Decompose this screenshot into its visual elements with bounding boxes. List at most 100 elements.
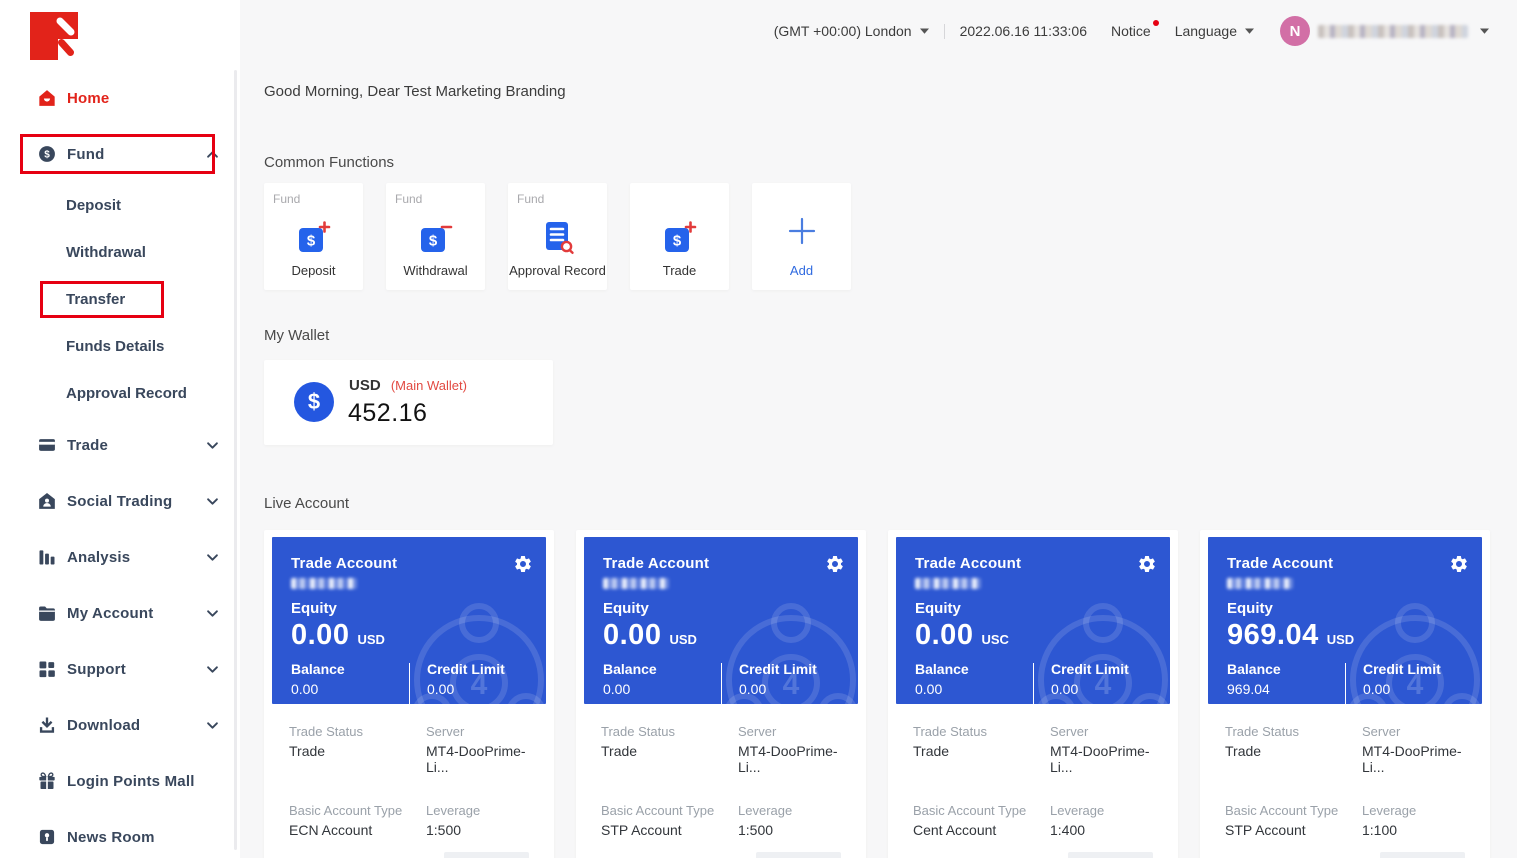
app-window: Home $ Fund Deposit Withdrawal Transfer … [0,0,1517,858]
trade-status-value: Trade [289,743,426,775]
sidebar-subitem-funds-details[interactable]: Funds Details [0,323,240,370]
function-card-trade[interactable]: $ Trade [630,183,729,290]
gear-icon[interactable] [513,554,533,579]
trade-status-label: Trade Status [913,724,1050,739]
sidebar: Home $ Fund Deposit Withdrawal Transfer … [0,0,240,858]
leverage-label: Leverage [426,803,546,818]
social-trading-icon [36,490,58,512]
grid-icon [36,658,58,680]
sidebar-item-support[interactable]: Support [0,641,240,697]
credit-limit-value: 0.00 [1051,681,1129,697]
timezone-dropdown[interactable]: (GMT +00:00) London [774,23,929,39]
account-number-redacted [291,578,357,589]
trade-status-value: Trade [913,743,1050,775]
home-icon [36,87,58,109]
notice-link[interactable]: Notice [1111,23,1151,39]
credit-limit-value: 0.00 [739,681,817,697]
sidebar-subitem-approval-record[interactable]: Approval Record [0,370,240,417]
server-label: Server [1362,724,1482,739]
sidebar-item-label: Login Points Mall [67,773,218,790]
trade-status-value: Trade [1225,743,1362,775]
sidebar-subitem-deposit[interactable]: Deposit [0,182,240,229]
sidebar-subitem-label: Transfer [66,291,125,308]
sidebar-item-analysis[interactable]: Analysis [0,529,240,585]
profile-menu[interactable]: N [1280,16,1489,46]
equity-label: Equity [291,600,546,617]
sidebar-item-my-account[interactable]: My Account [0,585,240,641]
chevron-down-icon [207,554,218,561]
balance-value: 0.00 [915,681,1033,697]
gear-icon[interactable] [1449,554,1469,579]
function-card-add[interactable]: Add [752,183,851,290]
sidebar-item-label: News Room [67,829,218,846]
credit-limit-label: Credit Limit [1051,661,1129,677]
server-value: MT4-DooPrime-Li... [1050,743,1170,775]
account-summary-panel: 4 Trade Account Equity 0.00 USD [272,537,546,704]
equity-currency: USD [357,632,384,647]
common-functions-title: Common Functions [264,154,394,171]
my-wallet-title: My Wallet [264,327,329,344]
sidebar-item-social-trading[interactable]: Social Trading [0,473,240,529]
trade-account-label: Trade Account [1227,555,1482,572]
function-label: Add [752,263,851,278]
sidebar-subitem-transfer[interactable]: Transfer [0,276,240,323]
sidebar-item-news-room[interactable]: News Room [0,809,240,858]
sidebar-item-label: Support [67,661,207,678]
username-redacted [1318,25,1468,38]
live-account-card: 4 Trade Account Equity 0.00 USD [264,530,554,858]
web-trade-button[interactable]: Web Trade [444,852,529,858]
fund-coin-icon: $ [36,143,58,165]
account-number-redacted [915,578,981,589]
gear-icon[interactable] [1137,554,1157,579]
sidebar-item-trade[interactable]: Trade [0,417,240,473]
web-trade-button[interactable]: Web Trade [1380,852,1465,858]
equity-label: Equity [1227,600,1482,617]
sidebar-subitem-label: Approval Record [66,385,187,402]
sidebar-item-download[interactable]: Download [0,697,240,753]
server-value: MT4-DooPrime-Li... [1362,743,1482,775]
sidebar-item-label: Fund [67,146,207,163]
sidebar-item-home[interactable]: Home [0,70,240,126]
download-icon [36,714,58,736]
wallet-currency: USD [349,377,381,394]
function-card-approval-record[interactable]: Fund Approval Record [508,183,607,290]
language-dropdown[interactable]: Language [1175,23,1254,39]
account-details: Trade Status Server Trade MT4-DooPrime-L… [896,704,1170,838]
function-card-deposit[interactable]: Fund $ Deposit [264,183,363,290]
trade-account-label: Trade Account [603,555,858,572]
web-trade-button[interactable]: Web Trade [756,852,841,858]
caret-down-icon [1245,28,1254,34]
live-account-card: 4 Trade Account Equity 0.00 USC [888,530,1178,858]
sidebar-scrollbar[interactable] [234,70,237,850]
equity-label: Equity [915,600,1170,617]
equity-currency: USD [669,632,696,647]
trade-status-label: Trade Status [289,724,426,739]
balance-value: 0.00 [603,681,721,697]
sidebar-item-label: Download [67,717,207,734]
server-label: Server [426,724,546,739]
gear-icon[interactable] [825,554,845,579]
sidebar-item-login-points-mall[interactable]: Login Points Mall [0,753,240,809]
sidebar-item-label: Home [67,90,218,107]
web-trade-button[interactable]: Web Trade [1068,852,1153,858]
brand-logo-icon[interactable] [30,12,78,60]
account-summary-panel: 4 Trade Account Equity 0.00 USC [896,537,1170,704]
chevron-down-icon [207,666,218,673]
sidebar-subitem-withdrawal[interactable]: Withdrawal [0,229,240,276]
account-number-redacted [603,578,669,589]
equity-value: 0.00 [915,619,973,652]
balance-label: Balance [1227,661,1345,677]
gift-icon [36,770,58,792]
function-card-withdrawal[interactable]: Fund $ Withdrawal [386,183,485,290]
server-value: MT4-DooPrime-Li... [738,743,858,775]
leverage-label: Leverage [1362,803,1482,818]
wallet-main-tag: (Main Wallet) [391,378,467,393]
balance-value: 0.00 [291,681,409,697]
sidebar-item-fund[interactable]: $ Fund [0,126,240,182]
balance-label: Balance [291,661,409,677]
function-label: Approval Record [508,263,607,278]
svg-text:$: $ [672,233,681,250]
sidebar-subitem-label: Funds Details [66,338,164,355]
language-label: Language [1175,23,1237,39]
account-type-value: STP Account [1225,822,1362,838]
